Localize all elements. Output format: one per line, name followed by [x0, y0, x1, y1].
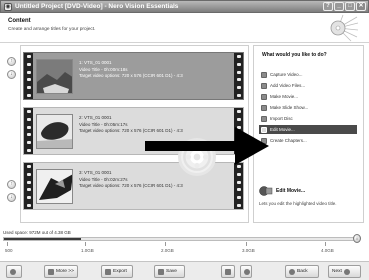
title-target: Target video options: 720 x 576 (CCIR 60…	[79, 73, 183, 78]
make-slide-show-button[interactable]: Make Slide Show...	[259, 103, 357, 112]
help-icon	[10, 268, 16, 275]
title-thumbnail	[36, 169, 73, 204]
help-description: Lets you edit the highlighted video titl…	[259, 201, 337, 206]
next-icon	[343, 268, 350, 275]
page-title: Content	[8, 18, 31, 24]
create-chapters-button[interactable]: Create Chapters...	[259, 136, 357, 145]
scroll-up-button[interactable]: ↑	[7, 180, 16, 189]
save-button[interactable]: Save	[154, 265, 185, 278]
title-thumbnail	[36, 114, 73, 149]
back-button[interactable]: Back	[285, 265, 319, 278]
window-controls: ? _ □ ✕	[323, 2, 366, 11]
save-icon	[158, 268, 164, 275]
add-file-icon	[261, 82, 267, 89]
import-disc-button[interactable]: Import Disc	[259, 114, 357, 123]
page-header: Content Create and arrange titles for yo…	[0, 13, 369, 43]
ruler-tick	[165, 242, 166, 246]
pointer-arrow-icon	[145, 127, 269, 165]
disc-button[interactable]	[240, 265, 252, 278]
app-icon: ◉	[4, 3, 12, 11]
more-icon	[48, 268, 54, 275]
edit-movie-help-icon	[259, 186, 273, 196]
add-video-files-button[interactable]: Add Video Files...	[259, 81, 357, 90]
ruler-tick	[7, 242, 8, 246]
scroll-down-button[interactable]: ↓	[7, 193, 16, 202]
export-label: Export	[113, 269, 127, 274]
bottom-toolbar: More >> Export Save Back Next	[0, 261, 369, 280]
export-button[interactable]: Export	[101, 265, 133, 278]
burn-button[interactable]	[221, 265, 235, 278]
task-label: Add Video Files...	[270, 83, 306, 88]
film-sprockets	[234, 163, 243, 209]
ruler-tick-label: 1.0GB	[81, 248, 94, 253]
ruler-tick-label: 2.0GB	[161, 248, 174, 253]
save-label: Save	[166, 269, 177, 274]
disc-info-button[interactable]: i	[353, 234, 361, 243]
title-item[interactable]: 1: VTS_01 0001 Video Title - 0h:00m:18s …	[23, 52, 244, 100]
move-down-button[interactable]: ↓	[7, 70, 16, 79]
task-label: Make Slide Show...	[270, 105, 309, 110]
title-bar: ◉ Untitled Project [DVD-Video] - Nero Vi…	[0, 0, 369, 13]
help-button[interactable]	[6, 265, 22, 278]
ruler-tick	[246, 242, 247, 246]
task-label: Capture Video...	[270, 72, 303, 77]
task-label: Import Disc	[270, 116, 293, 121]
help-button[interactable]: ?	[323, 2, 333, 11]
ruler-tick	[85, 242, 86, 246]
ruler-tick-label: 500	[5, 248, 13, 253]
disc-space-ruler: 500 1.0GB 2.0GB 3.0GB 4.0GB i	[3, 234, 361, 258]
ruler-tick	[325, 242, 326, 246]
camera-icon	[261, 71, 267, 78]
export-icon	[105, 268, 111, 275]
window-title: Untitled Project [DVD-Video] - Nero Visi…	[15, 3, 179, 10]
film-sprockets	[234, 53, 243, 99]
more-button[interactable]: More >>	[44, 265, 78, 278]
make-movie-button[interactable]: Make Movie...	[259, 92, 357, 101]
back-icon	[289, 268, 295, 275]
disc-space-track	[3, 237, 359, 241]
task-label: Edit Movie...	[270, 127, 295, 132]
move-up-button[interactable]: ↑	[7, 57, 16, 66]
film-icon	[261, 93, 267, 100]
next-label: Next	[332, 269, 342, 274]
title-meta: 1: VTS_01 0001 Video Title - 0h:00m:18s …	[79, 60, 183, 80]
edit-movie-button[interactable]: Edit Movie...	[259, 125, 357, 134]
title-meta: 3: VTS_01 0001 Video Title - 0h:02m:27s …	[79, 170, 183, 190]
next-button[interactable]: Next	[328, 265, 361, 278]
film-sprockets	[24, 108, 33, 154]
nero-logo-icon	[330, 14, 359, 42]
close-button[interactable]: ✕	[356, 2, 366, 11]
disc-icon	[261, 115, 267, 122]
help-title: Edit Movie...	[276, 188, 306, 194]
title-target: Target video options: 720 x 576 (CCIR 60…	[79, 183, 183, 188]
task-label: Create Chapters...	[270, 138, 307, 143]
disc-space-used-fill	[4, 238, 81, 240]
burn-icon	[225, 268, 231, 275]
page-subtitle: Create and arrange titles for your proje…	[8, 27, 96, 32]
film-sprockets	[24, 163, 33, 209]
ruler-tick-label: 4.0GB	[321, 248, 334, 253]
minimize-button[interactable]: _	[334, 2, 344, 11]
task-panel-title: What would you like to do?	[262, 52, 327, 58]
more-label: More >>	[56, 269, 74, 274]
disc-space-label: Used space: 972M out of 4.38 GB	[3, 230, 71, 235]
task-label: Make Movie...	[270, 94, 299, 99]
slides-icon	[261, 104, 267, 111]
maximize-button[interactable]: □	[345, 2, 355, 11]
disc-icon	[244, 268, 250, 275]
capture-video-button[interactable]: Capture Video...	[259, 70, 357, 79]
film-sprockets	[24, 53, 33, 99]
ruler-tick-label: 3.0GB	[242, 248, 255, 253]
back-label: Back	[297, 269, 308, 274]
title-thumbnail	[36, 59, 73, 94]
